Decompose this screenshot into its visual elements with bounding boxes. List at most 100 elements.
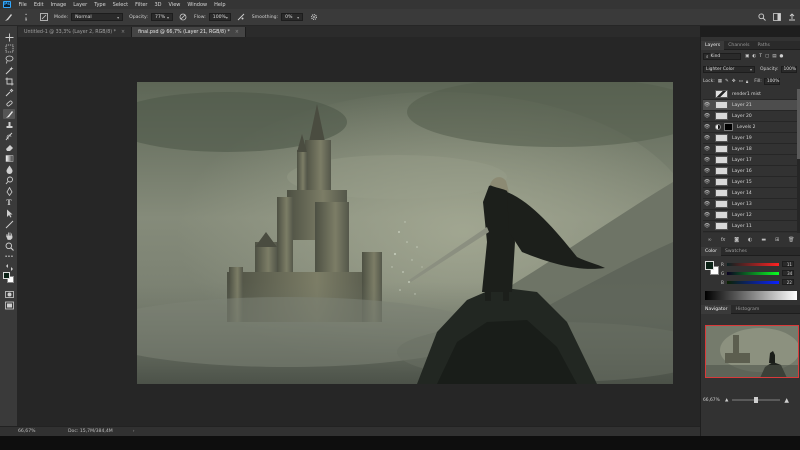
pressure-opacity-icon[interactable] (179, 13, 188, 22)
more-tools-icon[interactable]: ••• (3, 252, 15, 262)
layer-thumbnail[interactable] (715, 145, 728, 153)
color-channel-value[interactable]: 34 (782, 270, 795, 276)
history-brush-tool-icon[interactable] (3, 131, 15, 141)
clone-stamp-tool-icon[interactable] (3, 120, 15, 130)
menu-edit[interactable]: Edit (30, 2, 47, 8)
navigator-zoom-value[interactable]: 66,67% (703, 398, 721, 403)
layer-thumbnail[interactable] (715, 222, 728, 230)
layer-row[interactable]: 👁︎ Layer 12 (703, 210, 797, 221)
visibility-eye-icon[interactable]: 👁︎ (703, 199, 711, 210)
visibility-eye-icon[interactable]: 👁︎ (703, 166, 711, 177)
artwork-canvas[interactable] (137, 82, 673, 384)
menu-help[interactable]: Help (211, 2, 229, 8)
layer-mask-thumbnail[interactable] (724, 123, 733, 131)
layer-name[interactable]: Layer 17 (732, 158, 752, 163)
layer-row[interactable]: 👁︎ Layer 13 (703, 199, 797, 210)
layer-thumbnail[interactable] (715, 156, 728, 164)
visibility-eye-icon[interactable]: 👁︎ (703, 210, 711, 221)
blur-tool-icon[interactable] (3, 164, 15, 174)
layer-row[interactable]: 👁︎ Layer 17 (703, 155, 797, 166)
layer-name[interactable]: Layer 13 (732, 202, 752, 207)
layer-name[interactable]: Layer 11 (732, 224, 752, 229)
visibility-eye-icon[interactable]: 👁︎ (703, 188, 711, 199)
menu-view[interactable]: View (165, 2, 184, 8)
healing-brush-tool-icon[interactable] (3, 98, 15, 108)
layer-row[interactable]: 👁︎ Layer 15 (703, 177, 797, 188)
filter-toggle-icon[interactable]: ● (779, 54, 783, 59)
new-layer-icon[interactable]: ⊞ (775, 237, 779, 243)
layer-name[interactable]: Levels 2 (737, 125, 756, 130)
menu-3d[interactable]: 3D (151, 2, 165, 8)
layer-thumbnail[interactable] (715, 211, 728, 219)
layer-thumbnail[interactable] (715, 90, 728, 98)
layer-row[interactable]: 👁︎ Layer 21 (703, 100, 797, 111)
layer-name[interactable]: Layer 16 (732, 169, 752, 174)
brush-tool-active-icon[interactable] (3, 109, 15, 119)
layer-thumbnail[interactable] (715, 189, 728, 197)
zoom-in-mountain-icon[interactable]: ▲ (784, 397, 789, 404)
dodge-tool-icon[interactable] (3, 175, 15, 185)
layer-filter-kind-select[interactable]: ⌕ Kind (703, 53, 741, 60)
airbrush-icon[interactable] (237, 13, 246, 22)
new-adjustment-icon[interactable]: ◐ (748, 237, 752, 243)
visibility-eye-icon[interactable]: 👁︎ (703, 133, 711, 144)
color-panel-foreground-swatch[interactable] (705, 261, 714, 270)
brush-settings-icon[interactable] (39, 13, 48, 22)
search-icon[interactable] (757, 13, 766, 22)
visibility-eye-icon[interactable]: 👁︎ (703, 155, 711, 166)
layer-name[interactable]: Layer 18 (732, 147, 752, 152)
layer-row[interactable]: 👁︎ Levels 2 (703, 122, 797, 133)
grayscale-ramp[interactable] (705, 291, 797, 300)
opacity-input[interactable]: 77% ▾ (150, 13, 173, 21)
add-mask-icon[interactable]: ◙ (734, 237, 739, 243)
zoom-out-mountain-icon[interactable]: ▲ (725, 398, 728, 403)
tab-histogram[interactable]: Histogram (731, 305, 763, 314)
lock-position-icon[interactable]: ✥ (732, 79, 736, 85)
close-icon[interactable]: × (121, 30, 125, 35)
brush-tool-icon[interactable] (4, 13, 13, 22)
close-icon[interactable]: × (235, 30, 239, 35)
lock-transparent-icon[interactable]: ▦ (718, 79, 722, 85)
lock-artboard-icon[interactable]: ▭ (739, 79, 743, 85)
visibility-eye-icon[interactable]: 👁︎ (703, 111, 711, 122)
tab-color[interactable]: Color (701, 246, 721, 256)
flow-input[interactable]: 100% ▾ (208, 13, 231, 21)
visibility-eye-icon[interactable] (703, 89, 711, 100)
status-menu-arrow-icon[interactable]: › (133, 429, 135, 434)
filter-shape-icon[interactable]: ▢ (765, 54, 769, 59)
menu-window[interactable]: Window (184, 2, 211, 8)
magic-wand-tool-icon[interactable] (3, 65, 15, 75)
color-channel-value[interactable]: 22 (781, 279, 794, 285)
workspace-icon[interactable] (772, 13, 781, 22)
gradient-tool-icon[interactable] (3, 153, 15, 163)
hand-tool-icon[interactable] (3, 230, 15, 240)
smoothing-input[interactable]: 0% ▾ (281, 13, 304, 21)
foreground-color-swatch[interactable] (3, 272, 10, 279)
tab-swatches[interactable]: Swatches (721, 247, 751, 256)
layer-row[interactable]: 👁︎ Layer 19 (703, 133, 797, 144)
layer-row[interactable]: 👁︎ Layer 14 (703, 188, 797, 199)
layer-thumbnail[interactable] (715, 112, 728, 120)
menu-select[interactable]: Select (109, 2, 131, 8)
layer-thumbnail[interactable] (715, 101, 728, 109)
status-zoom[interactable]: 66,67% (18, 429, 58, 434)
menu-filter[interactable]: Filter (132, 2, 151, 8)
tab-paths[interactable]: Paths (753, 41, 774, 50)
color-channel-slider[interactable] (726, 262, 779, 266)
layer-name[interactable]: Layer 21 (732, 103, 752, 108)
menu-image[interactable]: Image (47, 2, 70, 8)
layer-name[interactable]: render1 mist (732, 92, 761, 97)
new-group-icon[interactable]: ▬ (761, 237, 766, 243)
move-tool-icon[interactable] (3, 32, 15, 42)
smoothing-options-gear-icon[interactable] (309, 13, 318, 22)
layer-thumbnail[interactable] (715, 200, 728, 208)
tab-untitled-1[interactable]: Untitled-1 @ 33,3% (Layer 2, RGB/8) * × (18, 27, 133, 37)
filter-type-icon[interactable]: T (759, 54, 762, 59)
layer-row[interactable]: 👁︎ Layer 20 (703, 111, 797, 122)
tab-layers[interactable]: Layers (701, 40, 725, 50)
tab-channels[interactable]: Channels (724, 41, 753, 50)
pen-tool-icon[interactable] (3, 186, 15, 196)
lock-image-icon[interactable]: ✎ (725, 79, 729, 85)
quick-mask-icon[interactable] (3, 289, 15, 299)
visibility-eye-icon[interactable]: 👁︎ (703, 100, 711, 111)
